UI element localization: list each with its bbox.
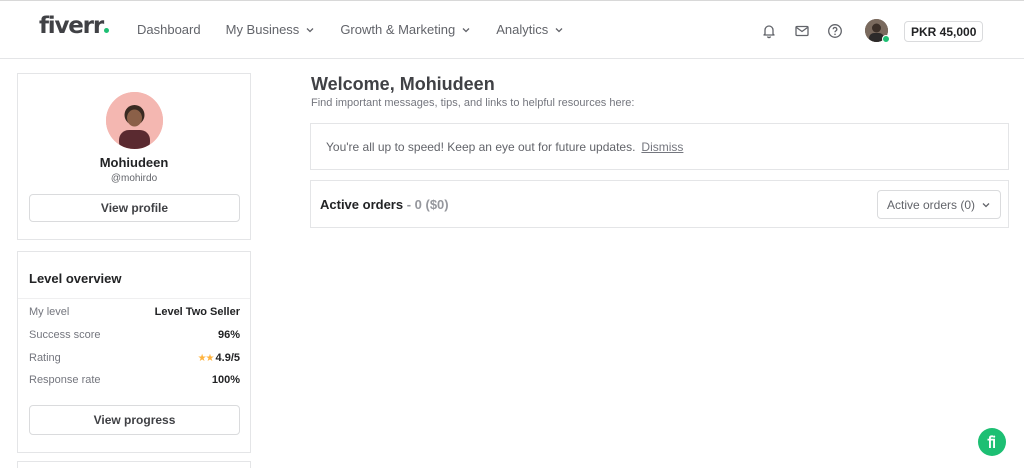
profile-handle: @mohirdo <box>110 173 158 184</box>
nav-growth-marketing[interactable]: Growth & Marketing <box>340 22 471 37</box>
notice-text: You're all up to speed! Keep an eye out … <box>326 139 636 154</box>
rating-text: 4.9/5 <box>215 352 240 364</box>
stat-value: 96% <box>217 329 240 341</box>
fiverr-fi-icon <box>987 435 996 448</box>
active-orders-panel: Active orders - 0 ($0) Active orders (0) <box>310 180 1009 228</box>
stat-row-success-score: Success score 96% <box>29 329 240 341</box>
chevron-down-icon <box>982 202 990 207</box>
stat-row-response-rate: Response rate 100% <box>29 374 240 386</box>
divider <box>18 298 250 299</box>
profile-name: Mohiudeen <box>99 155 169 170</box>
nav-label: Dashboard <box>137 22 201 37</box>
view-profile-button[interactable]: View profile <box>29 194 240 222</box>
welcome-subtitle: Find important messages, tips, and links… <box>311 97 635 109</box>
logo-text: fiverr <box>39 13 104 39</box>
stat-row-my-level: My level Level Two Seller <box>29 306 240 318</box>
nav-label: Growth & Marketing <box>340 22 456 37</box>
chevron-down-icon <box>462 27 470 32</box>
nav-analytics[interactable]: Analytics <box>496 22 564 37</box>
envelope-icon[interactable] <box>793 22 811 40</box>
nav-label: Analytics <box>496 22 549 37</box>
orders-title: Active orders <box>320 197 404 212</box>
stat-label: Response rate <box>29 374 101 386</box>
profile-card: Mohiudeen @mohirdo View profile <box>17 73 251 240</box>
orders-select-value: Active orders (0) <box>887 197 976 212</box>
help-icon[interactable] <box>826 22 844 40</box>
bell-icon[interactable] <box>760 22 778 40</box>
stat-value: 100% <box>211 374 240 386</box>
active-orders-heading: Active orders - 0 ($0) <box>320 197 449 212</box>
online-status-dot <box>882 35 890 43</box>
profile-avatar[interactable] <box>106 92 163 149</box>
rating-value: ★★ 4.9/5 <box>198 352 240 364</box>
balance-badge[interactable]: PKR 45,000 <box>904 21 984 42</box>
header-tools <box>760 19 890 43</box>
stat-label: Success score <box>29 329 101 341</box>
stat-value: Level Two Seller <box>154 306 240 318</box>
nav-my-business[interactable]: My Business <box>226 22 316 37</box>
chevron-down-icon <box>306 27 314 32</box>
notice-banner: You're all up to speed! Keep an eye out … <box>310 123 1009 170</box>
view-progress-button[interactable]: View progress <box>29 405 240 435</box>
star-rating-icon: ★★ <box>197 352 215 364</box>
next-card <box>17 461 251 468</box>
nav-label: My Business <box>225 22 300 37</box>
balance-amount: PKR 45,000 <box>911 24 977 39</box>
stat-label: My level <box>29 306 70 318</box>
main-nav: Dashboard My Business Growth & Marketing… <box>137 22 589 37</box>
nav-dashboard[interactable]: Dashboard <box>137 22 201 37</box>
orders-filter-select[interactable]: Active orders (0) <box>877 190 1001 219</box>
stat-label: Rating <box>29 352 61 364</box>
stat-row-rating: Rating ★★ 4.9/5 <box>29 352 240 364</box>
top-navbar: fiverr Dashboard My Business Growth & Ma… <box>0 0 1024 59</box>
dismiss-link[interactable]: Dismiss <box>641 140 683 154</box>
level-overview-card: Level overview My level Level Two Seller… <box>17 251 251 453</box>
level-overview-title: Level overview <box>29 271 122 286</box>
user-avatar[interactable] <box>865 19 890 43</box>
welcome-title: Welcome, Mohiudeen <box>311 74 495 94</box>
orders-count: - 0 ($0) <box>403 197 449 212</box>
fiverr-logo[interactable]: fiverr <box>39 13 109 39</box>
chevron-down-icon <box>555 27 563 32</box>
fiverr-help-fab[interactable] <box>978 428 1006 456</box>
logo-dot <box>103 28 109 33</box>
